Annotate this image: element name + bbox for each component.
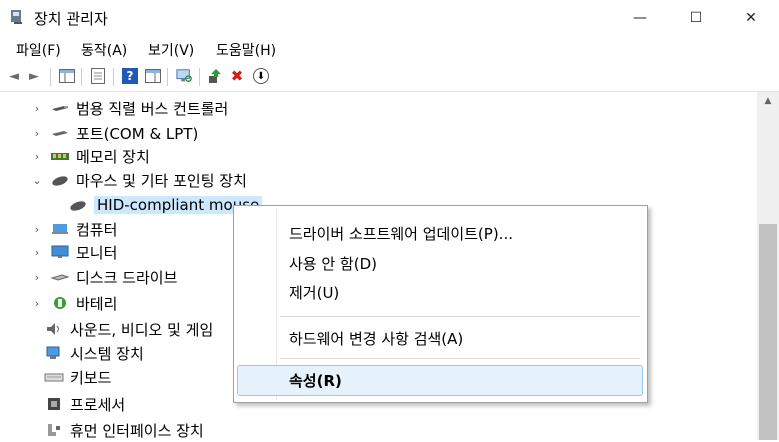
chevron-right-icon[interactable]: › <box>30 127 44 140</box>
menu-item-update-driver[interactable]: 드라이버 소프트웨어 업데이트(P)... <box>237 218 643 248</box>
tree-node-hid[interactable]: 휴먼 인터페이스 장치 <box>38 418 204 442</box>
tree-node-computer[interactable]: › 컴퓨터 <box>30 217 118 241</box>
tree-node-usb-controllers[interactable]: › 범용 직렬 버스 컨트롤러 <box>30 96 229 120</box>
tree-node-label: 바테리 <box>76 294 118 313</box>
menu-item-uninstall[interactable]: 제거(U) <box>237 277 643 307</box>
mouse-icon <box>70 201 86 211</box>
maximize-button[interactable]: ☐ <box>668 0 724 36</box>
tree-node-label: 메모리 장치 <box>76 147 150 166</box>
minimize-button[interactable]: — <box>612 0 668 36</box>
tree-node-label: 휴먼 인터페이스 장치 <box>70 421 204 440</box>
system-device-icon <box>46 346 60 359</box>
menu-action[interactable]: 동작(A) <box>81 40 127 60</box>
tree-node-batteries[interactable]: › 바테리 <box>30 291 118 315</box>
uninstall-icon[interactable]: ✖ <box>229 67 245 85</box>
forward-icon[interactable]: ► <box>26 68 42 84</box>
tree-node-label: 시스템 장치 <box>70 344 144 363</box>
chevron-right-icon[interactable]: › <box>30 102 44 115</box>
chevron-right-icon[interactable]: › <box>30 150 44 163</box>
menu-item-label: 제거(U) <box>289 283 340 302</box>
toolbar-divider <box>50 68 51 86</box>
menu-item-label: 드라이버 소프트웨어 업데이트(P)... <box>289 224 513 243</box>
port-icon <box>52 131 68 136</box>
chevron-right-icon[interactable]: › <box>30 223 44 236</box>
monitor-icon <box>51 245 69 258</box>
tree-node-memory-devices[interactable]: › 메모리 장치 <box>30 144 150 168</box>
update-driver-icon[interactable] <box>206 68 222 84</box>
tree-node-label: 포트(COM & LPT) <box>76 124 199 143</box>
menu-item-disable[interactable]: 사용 안 함(D) <box>237 248 643 278</box>
processor-icon <box>48 398 60 410</box>
context-menu: 드라이버 소프트웨어 업데이트(P)... 사용 안 함(D) 제거(U) 하드… <box>233 205 648 403</box>
menu-separator <box>280 358 640 359</box>
tree-node-label: 컴퓨터 <box>76 220 118 239</box>
tree-node-mice[interactable]: ⌄ 마우스 및 기타 포인팅 장치 <box>30 168 247 192</box>
help-icon[interactable]: ? <box>122 68 138 84</box>
menu-item-scan-hardware[interactable]: 하드웨어 변경 사항 검색(A) <box>237 323 643 353</box>
tree-node-monitors[interactable]: › 모니터 <box>30 240 118 264</box>
tree-node-label: 범용 직렬 버스 컨트롤러 <box>76 99 229 118</box>
tree-node-disk-drives[interactable]: › 디스크 드라이브 <box>30 265 178 289</box>
scroll-up-icon[interactable]: ▲ <box>757 92 779 110</box>
keyboard-icon <box>44 373 64 382</box>
tree-node-sound[interactable]: 사운드, 비디오 및 게임 <box>38 317 213 341</box>
tree-node-label: 키보드 <box>70 368 112 387</box>
show-hide-console-tree-icon[interactable] <box>59 68 75 84</box>
hid-icon <box>48 424 60 436</box>
menu-separator <box>280 316 640 317</box>
tree-node-keyboards[interactable]: 키보드 <box>38 365 111 389</box>
back-icon[interactable]: ◄ <box>6 68 22 84</box>
menu-item-label: 속성(R) <box>289 372 342 390</box>
tree-node-label: 디스크 드라이브 <box>76 268 178 287</box>
speaker-icon <box>47 323 59 335</box>
toolbar-divider <box>167 68 168 86</box>
properties-icon[interactable] <box>90 68 106 84</box>
menu-item-label: 하드웨어 변경 사항 검색(A) <box>289 329 464 348</box>
menu-file[interactable]: 파일(F) <box>16 40 61 60</box>
menu-view[interactable]: 보기(V) <box>148 40 194 60</box>
menu-help[interactable]: 도움말(H) <box>216 40 276 60</box>
scan-hardware-icon[interactable] <box>176 68 192 84</box>
close-button[interactable]: ✕ <box>723 0 779 36</box>
battery-icon <box>54 297 66 309</box>
chevron-right-icon[interactable]: › <box>30 297 44 310</box>
tree-node-system-devices[interactable]: 시스템 장치 <box>38 341 144 365</box>
toolbar-divider <box>81 68 82 86</box>
chevron-down-icon[interactable]: ⌄ <box>30 174 44 187</box>
usb-controller-icon <box>52 106 68 111</box>
menu-item-properties[interactable]: 속성(R) <box>237 365 643 396</box>
device-manager-icon <box>11 10 22 24</box>
menu-item-label: 사용 안 함(D) <box>289 254 377 273</box>
tree-node-ports[interactable]: › 포트(COM & LPT) <box>30 121 199 145</box>
menu-bar: 파일(F) 동작(A) 보기(V) 도움말(H) <box>0 36 779 62</box>
tree-node-label: 모니터 <box>76 243 118 262</box>
memory-icon <box>51 153 69 160</box>
title-bar: 장치 관리자 — ☐ ✕ <box>0 0 779 36</box>
chevron-right-icon[interactable]: › <box>30 271 44 284</box>
toolbar-divider <box>113 68 114 86</box>
tree-node-label: 사운드, 비디오 및 게임 <box>70 320 214 339</box>
toolbar: ◄ ► ? ✖ ⬇ <box>0 63 779 92</box>
action-pane-icon[interactable] <box>145 68 161 84</box>
window-title: 장치 관리자 <box>34 10 108 28</box>
chevron-right-icon[interactable]: › <box>30 246 44 259</box>
mouse-icon <box>52 176 68 186</box>
vertical-scrollbar[interactable]: ▲ <box>757 92 779 440</box>
computer-icon <box>52 224 68 234</box>
disk-drive-icon <box>50 274 70 281</box>
tree-node-label: 프로세서 <box>70 395 126 414</box>
scrollbar-thumb[interactable] <box>759 224 777 440</box>
disable-device-icon[interactable]: ⬇ <box>253 68 269 84</box>
tree-node-label: 마우스 및 기타 포인팅 장치 <box>76 171 247 190</box>
tree-node-processors[interactable]: 프로세서 <box>38 392 125 416</box>
toolbar-divider <box>199 68 200 86</box>
